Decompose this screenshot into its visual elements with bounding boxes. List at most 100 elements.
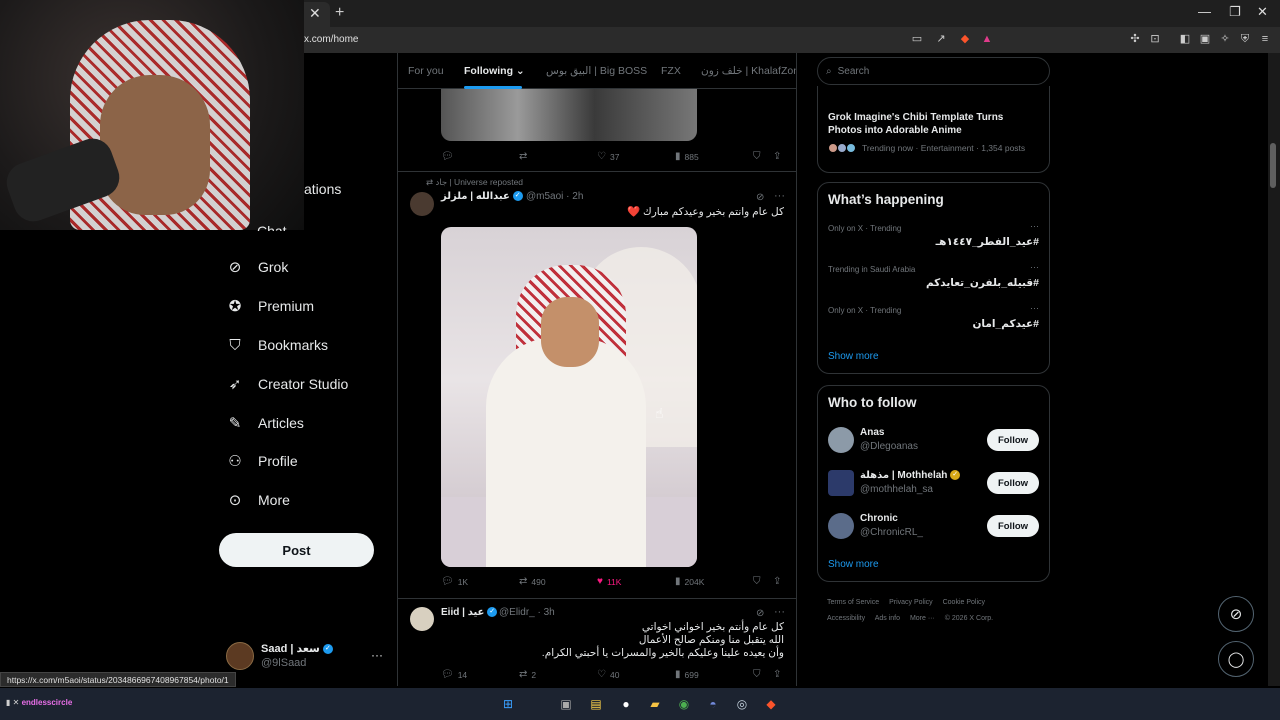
footer-link[interactable]: More ··· [910,615,935,622]
previous-tweet-image[interactable] [441,89,697,141]
avatar[interactable] [828,513,854,539]
avatar[interactable] [410,192,434,216]
show-more-link[interactable]: Show more [828,351,879,362]
tab-search-icon[interactable]: ⊡ [1148,32,1162,46]
views-button[interactable]: ▮ 204K [675,576,704,587]
timeline[interactable]: 💬︎ ⇄ ♡ 37 ▮ 885 ⛉ ⇪ ⇄ جاد | Universe repos… [397,53,797,686]
reply-button[interactable]: 💬︎ 1K [441,576,468,587]
show-more-link[interactable]: Show more [828,559,879,570]
repost-button[interactable]: ⇄ [519,151,527,162]
news-title[interactable]: Grok Imagine's Chibi Template Turns Phot… [828,111,1028,137]
more-options-icon[interactable]: ··· [774,606,785,618]
footer-link[interactable]: Privacy Policy [889,599,933,606]
views-button[interactable]: ▮ 699 [675,669,699,680]
nav-item-grok[interactable]: ⊘ Grok [226,255,289,279]
brave-shield-icon[interactable]: ◆ [958,32,972,46]
bookmark-button[interactable]: ⛉ [753,151,761,162]
tab-khalafzone[interactable]: خلف زون | KhalafZone [701,65,796,77]
avatar[interactable] [410,607,434,631]
repost-button[interactable]: ⇄ 2 [519,669,536,680]
trend-name[interactable]: #قبيله_بلفرن_تعايدكم [926,277,1039,289]
wallet-icon[interactable]: ▣ [1198,32,1212,46]
discord-icon[interactable]: ◓ [704,695,722,713]
like-button[interactable]: ♥ 11K [597,576,621,587]
tweet-author-handle[interactable]: @Elidr_ · 3h [499,607,555,618]
nav-item-profile[interactable]: ⚇ Profile [226,449,297,473]
reply-button[interactable]: 💬︎ 14 [441,669,467,680]
follow-button[interactable]: Follow [987,472,1039,494]
tab-for-you[interactable]: For you [408,65,444,77]
more-options-icon[interactable]: ··· [1030,221,1039,231]
tab-following[interactable]: Following ⌄ [464,65,525,77]
menu-icon[interactable]: ≡ [1258,32,1272,46]
user-name[interactable]: Anas [860,427,884,438]
like-button[interactable]: ♡ 37 [597,151,619,162]
close-tab-icon[interactable]: ✕ [309,5,321,22]
messages-fab[interactable]: ◯ [1218,641,1254,677]
tweet-author-name[interactable]: عبدالله | ملزلز ✓ [441,191,523,202]
bookmark-button[interactable]: ⛉ [753,669,761,680]
file-explorer-icon[interactable]: ▤ [587,695,605,713]
brave-icon[interactable]: ◆ [762,695,780,713]
bookmark-button[interactable]: ⛉ [753,576,761,587]
search-input[interactable]: ⌕ Search [817,57,1050,85]
account-more-icon[interactable]: ··· [371,648,383,662]
repost-button[interactable]: ⇄ 490 [519,576,546,587]
nav-item-creator-studio[interactable]: ➶ Creator Studio [226,372,349,396]
more-options-icon[interactable]: ··· [774,190,785,202]
tweet-author-name[interactable]: Eiid | عيد ✓ [441,607,498,618]
grok-fab[interactable]: ⊘ [1218,596,1254,632]
windows-start-icon[interactable]: ⊞ [499,695,517,713]
footer-link[interactable]: Cookie Policy [943,599,985,606]
more-options-icon[interactable]: ··· [1030,303,1039,313]
nav-chat-label[interactable]: Chat [257,223,287,231]
tweet-photo[interactable] [441,227,697,567]
account-switcher[interactable]: Saad | سعد ✓ @9lSaad ··· [226,640,386,674]
sidebar-icon[interactable]: ◧ [1178,32,1192,46]
share-icon[interactable]: ↗ [934,32,948,46]
task-view-icon[interactable]: ▣ [557,695,575,713]
user-name[interactable]: Chronic [860,513,898,524]
user-name[interactable]: مذهلة | Mothhelah ✓ [860,470,961,481]
tweet-author-handle[interactable]: @m5aoi · 2h [526,191,583,202]
chrome-icon[interactable]: ◉ [675,695,693,713]
footer-link[interactable]: Accessibility [827,615,865,622]
grok-explain-icon[interactable]: ⊘ [756,192,764,203]
vpn-icon[interactable]: ⛨ [1238,32,1252,46]
tab-big-boss[interactable]: البيق بوس | Big BOSS [546,65,647,77]
footer-link[interactable]: Ads info [875,615,900,622]
leo-ai-icon[interactable]: ✧ [1218,32,1232,46]
share-button[interactable]: ⇪ [773,151,781,162]
steam-icon[interactable]: ◎ [733,695,751,713]
app-icon[interactable]: ● [617,695,635,713]
trend-name[interactable]: #عيدكم_امان [972,318,1039,330]
nav-item-premium[interactable]: ✪ Premium [226,294,314,318]
nav-item-bookmarks[interactable]: ⛉ Bookmarks [226,333,328,357]
footer-link[interactable]: Terms of Service [827,599,879,606]
scrollbar-thumb[interactable] [1270,143,1276,188]
post-button[interactable]: Post [219,533,374,567]
like-button[interactable]: ♡ 40 [597,669,619,680]
share-button[interactable]: ⇪ [773,669,781,680]
more-options-icon[interactable]: ··· [1030,262,1039,272]
new-tab-icon[interactable]: + [335,4,344,22]
minimize-icon[interactable]: — [1198,4,1211,19]
cast-icon[interactable]: ▭ [910,32,924,46]
reply-button[interactable]: 💬︎ [441,151,454,162]
tab-fzx[interactable]: FZX [661,65,681,77]
window-close-icon[interactable]: ✕ [1257,4,1268,20]
avatar[interactable] [828,427,854,453]
views-button[interactable]: ▮ 885 [675,151,699,162]
news-card[interactable]: Grok Imagine's Chibi Template Turns Phot… [817,86,1050,173]
follow-button[interactable]: Follow [987,429,1039,451]
follow-button[interactable]: Follow [987,515,1039,537]
trend-name[interactable]: #عيد_الفطر_١٤٤٧هـ [936,236,1039,248]
nav-item-more[interactable]: ⊙ More [226,488,290,512]
folder-icon[interactable]: ▰ [646,695,664,713]
nav-item-articles[interactable]: ✎ Articles [226,411,304,435]
url-field[interactable]: x.com/home [304,34,358,45]
extensions-icon[interactable]: ✣ [1128,32,1142,46]
grok-explain-icon[interactable]: ⊘ [756,608,764,619]
nav-notifications-label[interactable]: ations [304,181,341,197]
avatar[interactable] [828,470,854,496]
